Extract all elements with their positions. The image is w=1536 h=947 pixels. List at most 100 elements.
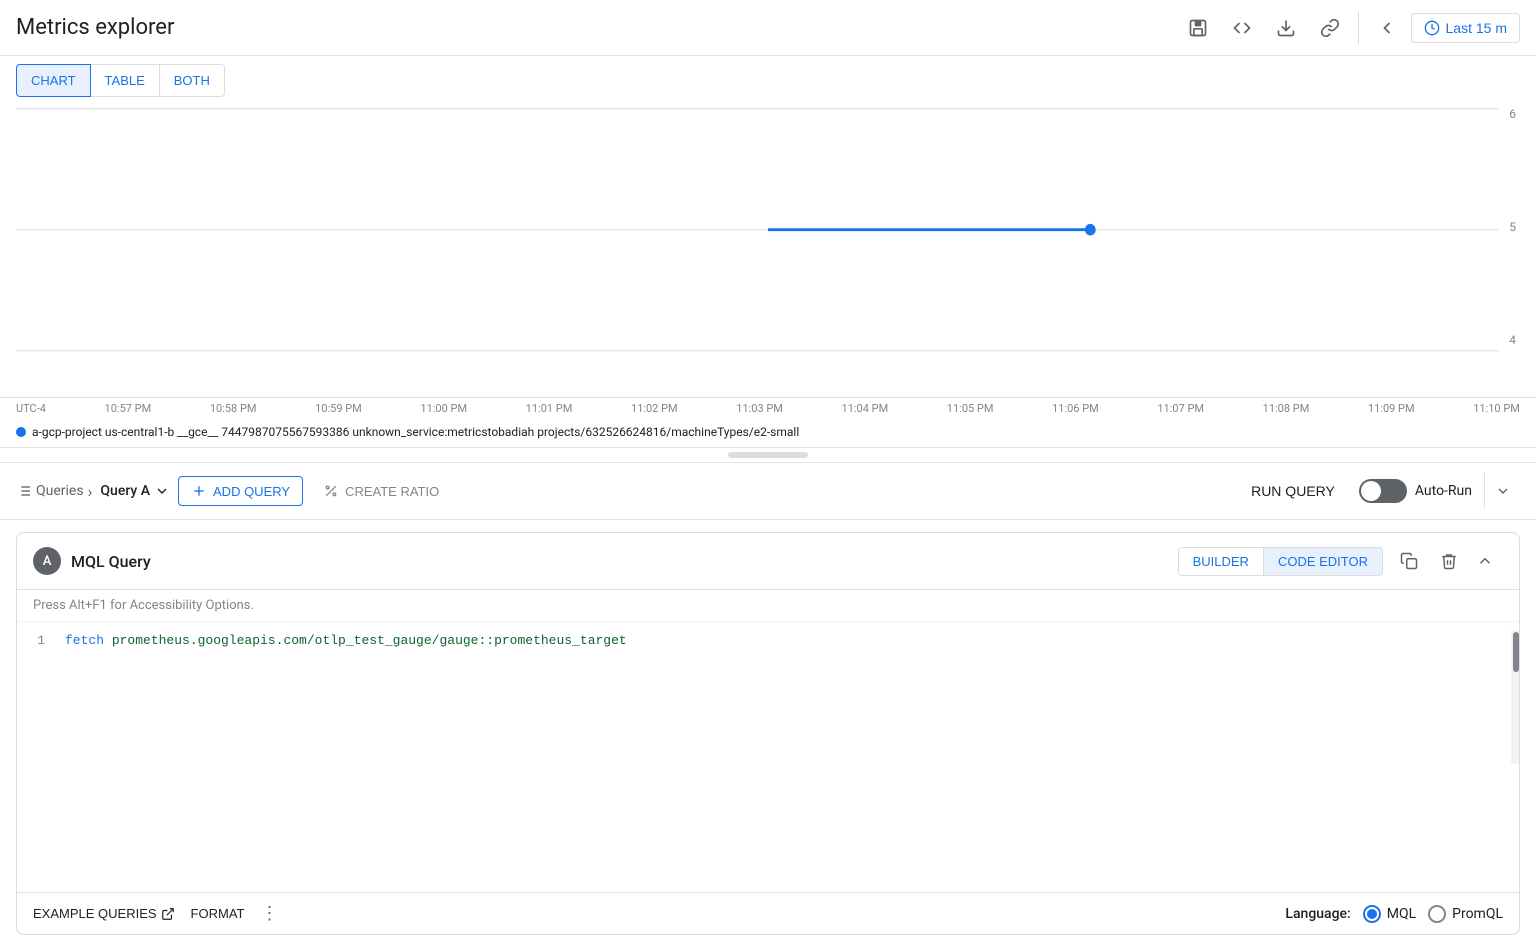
header-actions: Last 15 m <box>1178 8 1520 48</box>
x-label-1058: 10:58 PM <box>210 402 257 415</box>
create-ratio-button[interactable]: CREATE RATIO <box>311 477 451 505</box>
run-query-button[interactable]: RUN QUERY <box>1235 477 1351 505</box>
add-query-label: ADD QUERY <box>213 484 290 499</box>
query-toolbar: Queries › Query A ADD QUERY CREATE RATIO… <box>0 463 1536 520</box>
auto-run-label: Auto-Run <box>1415 483 1472 499</box>
code-line-1: fetch prometheus.googleapis.com/otlp_tes… <box>65 630 1503 652</box>
x-axis: UTC-4 10:57 PM 10:58 PM 10:59 PM 11:00 P… <box>0 397 1536 419</box>
y-axis-5: 5 <box>1509 220 1516 234</box>
editor-empty-space[interactable] <box>17 772 1519 892</box>
format-button[interactable]: FORMAT <box>191 906 245 921</box>
y-axis: 6 5 4 <box>1509 97 1516 357</box>
divider <box>1358 12 1359 44</box>
collapse-button[interactable] <box>1484 473 1520 509</box>
editor-title: MQL Query <box>71 552 1178 571</box>
x-label-1100: 11:00 PM <box>420 402 467 415</box>
editor-footer: EXAMPLE QUERIES FORMAT ⋮ Language: MQL P… <box>17 892 1519 934</box>
code-area[interactable]: 1 fetch prometheus.googleapis.com/otlp_t… <box>17 622 1519 772</box>
chevron-right-icon: › <box>88 482 93 501</box>
editor-header: A MQL Query BUILDER CODE EDITOR <box>17 533 1519 590</box>
chart-section: CHART TABLE BOTH 6 5 4 UTC-4 10:57 PM 10… <box>0 56 1536 448</box>
code-icon-button[interactable] <box>1222 8 1262 48</box>
x-label-utc: UTC-4 <box>16 402 46 415</box>
expand-button[interactable] <box>1467 543 1503 579</box>
editor-scrollbar[interactable] <box>1511 630 1519 764</box>
view-tabs: CHART TABLE BOTH <box>0 56 1536 97</box>
chevron-down-icon <box>154 483 170 499</box>
x-label-1108: 11:08 PM <box>1263 402 1310 415</box>
toggle-knob <box>1361 481 1381 501</box>
x-label-1105: 11:05 PM <box>947 402 994 415</box>
queries-label-btn[interactable]: Queries <box>16 483 84 499</box>
tab-chart[interactable]: CHART <box>16 64 91 97</box>
x-label-1102: 11:02 PM <box>631 402 678 415</box>
code-content[interactable]: fetch prometheus.googleapis.com/otlp_tes… <box>57 630 1511 764</box>
promql-label: PromQL <box>1452 906 1503 922</box>
mql-radio-circle <box>1363 905 1381 923</box>
auto-run-toggle: Auto-Run <box>1359 479 1472 503</box>
copy-icon <box>1400 552 1418 570</box>
list-icon <box>16 483 32 499</box>
add-query-button[interactable]: ADD QUERY <box>178 476 303 506</box>
language-section: Language: MQL PromQL <box>1285 905 1503 923</box>
x-label-1109: 11:09 PM <box>1368 402 1415 415</box>
time-range-label: Last 15 m <box>1446 20 1507 36</box>
delete-button[interactable] <box>1431 543 1467 579</box>
editor-mode-buttons: BUILDER CODE EDITOR <box>1178 547 1383 576</box>
code-keyword: fetch <box>65 633 112 648</box>
ratio-icon <box>323 483 339 499</box>
app-header: Metrics explorer Last 15 m <box>0 0 1536 56</box>
chart-svg <box>16 97 1520 397</box>
y-axis-4: 4 <box>1509 333 1516 347</box>
line-number-1: 1 <box>29 630 45 652</box>
scrollbar-container[interactable] <box>0 448 1536 463</box>
save-icon-button[interactable] <box>1178 8 1218 48</box>
x-label-1104: 11:04 PM <box>842 402 889 415</box>
example-queries-button[interactable]: EXAMPLE QUERIES <box>33 906 175 921</box>
external-link-icon <box>161 907 175 921</box>
more-options-button[interactable]: ⋮ <box>260 903 278 924</box>
line-numbers: 1 <box>17 630 57 764</box>
link-icon-button[interactable] <box>1310 8 1350 48</box>
x-label-1059: 10:59 PM <box>315 402 362 415</box>
x-label-1103: 11:03 PM <box>736 402 783 415</box>
language-label: Language: <box>1285 906 1350 922</box>
example-queries-label: EXAMPLE QUERIES <box>33 906 157 921</box>
back-button[interactable] <box>1367 8 1407 48</box>
tab-both[interactable]: BOTH <box>160 64 225 97</box>
x-label-1110: 11:10 PM <box>1473 402 1520 415</box>
accessibility-hint: Press Alt+F1 for Accessibility Options. <box>17 590 1519 622</box>
builder-mode-button[interactable]: BUILDER <box>1179 548 1263 575</box>
expand-icon <box>1476 552 1494 570</box>
x-label-1107: 11:07 PM <box>1157 402 1204 415</box>
chart-container: 6 5 4 <box>0 97 1536 397</box>
editor-body: Press Alt+F1 for Accessibility Options. … <box>17 590 1519 892</box>
query-selector[interactable]: Query A <box>100 483 170 499</box>
mql-radio[interactable]: MQL <box>1363 905 1416 923</box>
horizontal-scrollbar[interactable] <box>728 452 808 458</box>
chevron-down-collapse-icon <box>1495 483 1511 499</box>
query-name: Query A <box>100 483 150 499</box>
editor-icon-buttons <box>1391 543 1467 579</box>
queries-nav: Queries › <box>16 482 92 501</box>
chart-legend: a-gcp-project us-central1-b __gce__ 7447… <box>0 419 1536 447</box>
app-title: Metrics explorer <box>16 15 174 40</box>
auto-run-switch[interactable] <box>1359 479 1407 503</box>
query-badge: A <box>33 547 61 575</box>
x-label-1101: 11:01 PM <box>526 402 573 415</box>
plus-icon <box>191 483 207 499</box>
copy-button[interactable] <box>1391 543 1427 579</box>
time-range-button[interactable]: Last 15 m <box>1411 13 1520 43</box>
y-axis-6: 6 <box>1509 107 1516 121</box>
tab-table[interactable]: TABLE <box>91 64 160 97</box>
create-ratio-label: CREATE RATIO <box>345 484 439 499</box>
x-label-1057: 10:57 PM <box>105 402 152 415</box>
code-editor-mode-button[interactable]: CODE EDITOR <box>1263 548 1382 575</box>
promql-radio-circle <box>1428 905 1446 923</box>
scrollbar-thumb[interactable] <box>1513 632 1519 672</box>
x-label-1106: 11:06 PM <box>1052 402 1099 415</box>
code-url: prometheus.googleapis.com/otlp_test_gaug… <box>112 633 627 648</box>
delete-icon <box>1440 552 1458 570</box>
promql-radio[interactable]: PromQL <box>1428 905 1503 923</box>
download-icon-button[interactable] <box>1266 8 1306 48</box>
